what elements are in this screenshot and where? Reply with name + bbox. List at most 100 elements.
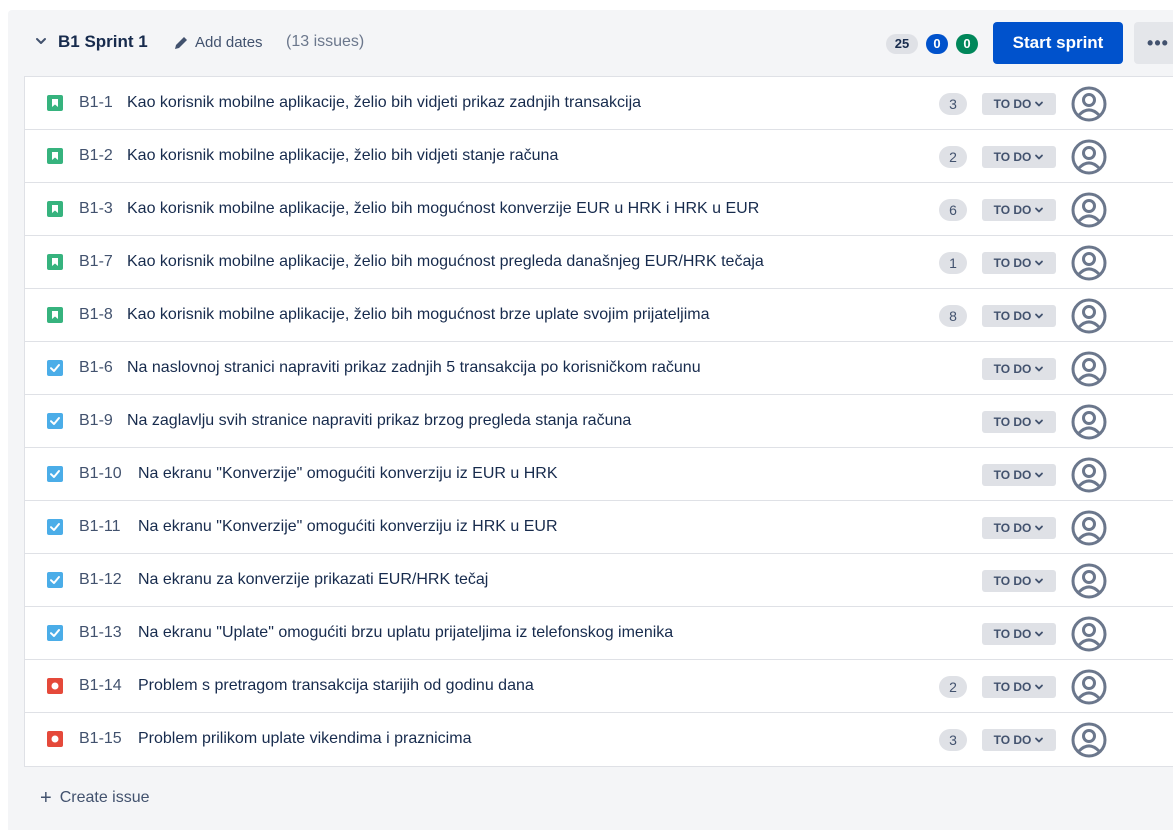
issue-summary[interactable]: Na ekranu "Uplate" omogućiti brzu uplatu…: [138, 624, 673, 642]
unassigned-avatar-icon[interactable]: [1071, 669, 1107, 705]
status-label: TO DO: [993, 256, 1032, 270]
chevron-down-icon: [1035, 154, 1044, 160]
status-dropdown[interactable]: TO DO: [982, 358, 1056, 380]
issue-row[interactable]: B1-1 Kao korisnik mobilne aplikacije, že…: [25, 77, 1173, 130]
issue-summary[interactable]: Na naslovnoj stranici napraviti prikaz z…: [127, 359, 701, 377]
chevron-down-icon: [1035, 260, 1044, 266]
status-label: TO DO: [993, 97, 1032, 111]
issue-row[interactable]: B1-10 Na ekranu "Konverzije" omogućiti k…: [25, 448, 1173, 501]
status-dropdown[interactable]: TO DO: [982, 570, 1056, 592]
unassigned-avatar-icon[interactable]: [1071, 86, 1107, 122]
chevron-down-icon: [1035, 578, 1044, 584]
status-dropdown[interactable]: TO DO: [982, 464, 1056, 486]
issue-key[interactable]: B1-9: [79, 412, 113, 430]
story-points-badge: 6: [939, 199, 967, 221]
issue-summary[interactable]: Na ekranu "Konverzije" omogućiti konverz…: [138, 518, 558, 536]
sprint-title: B1 Sprint 1: [58, 32, 148, 51]
task-checkbox-icon: [47, 572, 63, 588]
issue-row[interactable]: B1-13 Na ekranu "Uplate" omogućiti brzu …: [25, 607, 1173, 660]
status-dropdown[interactable]: TO DO: [982, 93, 1056, 115]
story-icon: [47, 201, 63, 217]
issue-summary[interactable]: Kao korisnik mobilne aplikacije, želio b…: [127, 253, 764, 271]
issue-count: (13 issues): [286, 33, 365, 50]
start-sprint-button[interactable]: Start sprint: [993, 22, 1123, 64]
unassigned-avatar-icon[interactable]: [1071, 457, 1107, 493]
pencil-icon[interactable]: [173, 35, 189, 51]
issue-summary[interactable]: Na ekranu "Konverzije" omogućiti konverz…: [138, 465, 558, 483]
status-dropdown[interactable]: TO DO: [982, 623, 1056, 645]
unassigned-avatar-icon[interactable]: [1071, 404, 1107, 440]
chevron-down-icon: [1035, 631, 1044, 637]
story-icon: [47, 307, 63, 323]
chevron-down-icon: [1035, 472, 1044, 478]
issue-list: B1-1 Kao korisnik mobilne aplikacije, že…: [24, 76, 1173, 767]
issue-key[interactable]: B1-2: [79, 147, 113, 165]
issue-row[interactable]: B1-6 Na naslovnoj stranici napraviti pri…: [25, 342, 1173, 395]
issue-summary[interactable]: Kao korisnik mobilne aplikacije, želio b…: [127, 200, 759, 218]
issue-key[interactable]: B1-6: [79, 359, 113, 377]
issue-row[interactable]: B1-12 Na ekranu za konverzije prikazati …: [25, 554, 1173, 607]
chevron-down-icon: [1035, 207, 1044, 213]
plus-icon: +: [40, 787, 52, 809]
unassigned-avatar-icon[interactable]: [1071, 616, 1107, 652]
in-progress-points-badge: 0: [926, 34, 948, 54]
task-checkbox-icon: [47, 519, 63, 535]
issue-summary[interactable]: Kao korisnik mobilne aplikacije, želio b…: [127, 94, 641, 112]
bug-icon: [47, 678, 63, 694]
status-dropdown[interactable]: TO DO: [982, 411, 1056, 433]
unassigned-avatar-icon[interactable]: [1071, 722, 1107, 758]
create-issue-button[interactable]: + Create issue: [40, 788, 150, 808]
issue-summary[interactable]: Problem s pretragom transakcija starijih…: [138, 677, 534, 695]
issue-summary[interactable]: Kao korisnik mobilne aplikacije, želio b…: [127, 306, 710, 324]
issue-key[interactable]: B1-10: [79, 465, 122, 483]
issue-key[interactable]: B1-12: [79, 571, 122, 589]
issue-row[interactable]: B1-7 Kao korisnik mobilne aplikacije, že…: [25, 236, 1173, 289]
issue-key[interactable]: B1-13: [79, 624, 122, 642]
status-label: TO DO: [993, 627, 1032, 641]
chevron-down-icon: [1035, 419, 1044, 425]
issue-row[interactable]: B1-15 Problem prilikom uplate vikendima …: [25, 713, 1173, 766]
issue-key[interactable]: B1-3: [79, 200, 113, 218]
status-label: TO DO: [993, 150, 1032, 164]
chevron-down-icon[interactable]: [35, 35, 47, 47]
status-dropdown[interactable]: TO DO: [982, 305, 1056, 327]
status-label: TO DO: [993, 574, 1032, 588]
issue-key[interactable]: B1-7: [79, 253, 113, 271]
issue-summary[interactable]: Na zaglavlju svih stranice napraviti pri…: [127, 412, 631, 430]
chevron-down-icon: [1035, 684, 1044, 690]
status-dropdown[interactable]: TO DO: [982, 146, 1056, 168]
issue-key[interactable]: B1-11: [79, 518, 121, 536]
issue-key[interactable]: B1-15: [79, 730, 122, 748]
issue-key[interactable]: B1-1: [79, 94, 113, 112]
add-dates-link[interactable]: Add dates: [195, 34, 263, 51]
issue-key[interactable]: B1-14: [79, 677, 122, 695]
issue-row[interactable]: B1-8 Kao korisnik mobilne aplikacije, že…: [25, 289, 1173, 342]
story-icon: [47, 95, 63, 111]
status-label: TO DO: [993, 733, 1032, 747]
issue-row[interactable]: B1-2 Kao korisnik mobilne aplikacije, že…: [25, 130, 1173, 183]
issue-summary[interactable]: Na ekranu za konverzije prikazati EUR/HR…: [138, 571, 488, 589]
issue-row[interactable]: B1-14 Problem s pretragom transakcija st…: [25, 660, 1173, 713]
unassigned-avatar-icon[interactable]: [1071, 510, 1107, 546]
issue-row[interactable]: B1-11 Na ekranu "Konverzije" omogućiti k…: [25, 501, 1173, 554]
issue-row[interactable]: B1-3 Kao korisnik mobilne aplikacije, že…: [25, 183, 1173, 236]
unassigned-avatar-icon[interactable]: [1071, 139, 1107, 175]
issue-summary[interactable]: Kao korisnik mobilne aplikacije, želio b…: [127, 147, 558, 165]
create-issue-label: Create issue: [59, 789, 150, 806]
status-dropdown[interactable]: TO DO: [982, 517, 1056, 539]
status-dropdown[interactable]: TO DO: [982, 252, 1056, 274]
unassigned-avatar-icon[interactable]: [1071, 192, 1107, 228]
issue-key[interactable]: B1-8: [79, 306, 113, 324]
status-dropdown[interactable]: TO DO: [982, 199, 1056, 221]
unassigned-avatar-icon[interactable]: [1071, 245, 1107, 281]
unassigned-avatar-icon[interactable]: [1071, 563, 1107, 599]
unassigned-avatar-icon[interactable]: [1071, 298, 1107, 334]
status-dropdown[interactable]: TO DO: [982, 729, 1056, 751]
status-dropdown[interactable]: TO DO: [982, 676, 1056, 698]
more-actions-button[interactable]: •••: [1134, 22, 1173, 64]
issue-summary[interactable]: Problem prilikom uplate vikendima i praz…: [138, 730, 471, 748]
unassigned-avatar-icon[interactable]: [1071, 351, 1107, 387]
sprint-container: B1 Sprint 1 Add dates (13 issues) 25 0 0…: [8, 10, 1173, 830]
story-points-badge: 8: [939, 305, 967, 327]
issue-row[interactable]: B1-9 Na zaglavlju svih stranice napravit…: [25, 395, 1173, 448]
